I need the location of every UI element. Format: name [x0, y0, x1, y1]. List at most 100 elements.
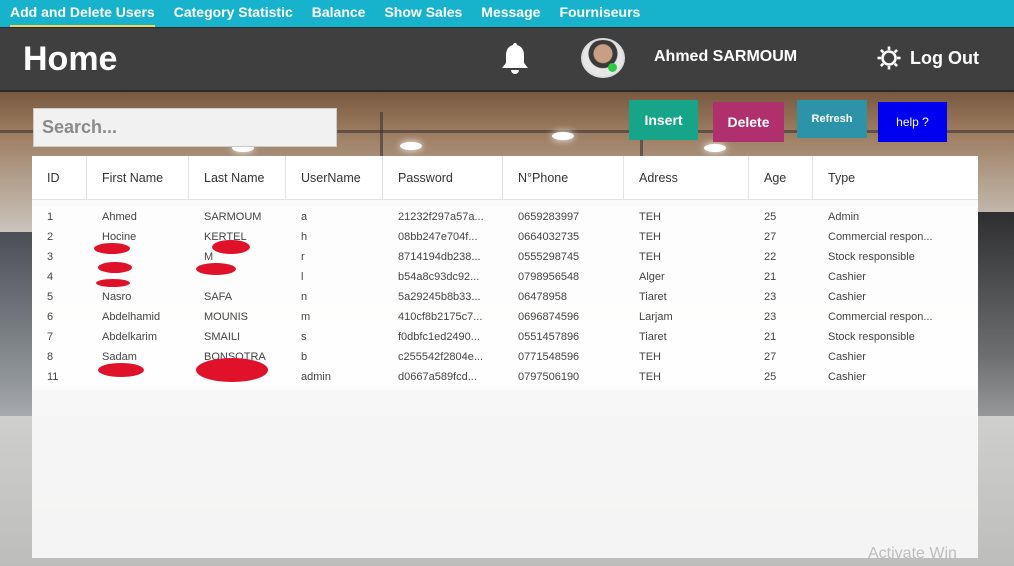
table-cell: Stock responsible	[828, 251, 915, 263]
table-cell: 5a29245b8b33...	[398, 291, 481, 303]
table-cell: Admin	[828, 211, 860, 223]
column-header[interactable]: UserName	[286, 156, 383, 200]
table-cell: 06478958	[518, 291, 567, 303]
table-cell: TEH	[639, 371, 661, 383]
table-cell: 8	[47, 351, 54, 363]
table-row[interactable]: 11 admin d0667a589fcd... 0797506190 TEH 25 Cas…	[32, 366, 978, 386]
table-row[interactable]: 4 l b54a8c93dc92... 0798956548 Alger 21 Cashie…	[32, 266, 978, 286]
nav-item-balance[interactable]: Balance	[312, 0, 366, 27]
table-row[interactable]: 5 Nasro SAFA n 5a29245b8b33... 06478958 Tiaret…	[32, 286, 978, 306]
table-cell: 0551457896	[518, 331, 580, 343]
table-cell: TEH	[639, 231, 661, 243]
nav-item-message[interactable]: Message	[481, 0, 540, 27]
table-cell: 23	[764, 311, 777, 323]
table-row[interactable]: 8 Sadam BONSOTRA b c255542f2804e... 077154859…	[32, 346, 978, 366]
table-cell: 22	[764, 251, 777, 263]
table-row[interactable]: 7 Abdelkarim SMAILI s f0dbfc1ed2490... 055145…	[32, 326, 978, 346]
header-bar: Home Ahmed SARMOUM Log Out	[0, 27, 1014, 92]
top-nav: Add and Delete Users Category Statistic Ba…	[0, 0, 1014, 27]
insert-button[interactable]: Insert	[629, 100, 698, 140]
table-cell: n	[301, 291, 308, 303]
column-header[interactable]: Adress	[624, 156, 749, 200]
column-header[interactable]: Last Name	[189, 156, 286, 200]
table-cell: 410cf8b2175c7...	[398, 311, 483, 323]
nav-item-fourniseurs[interactable]: Fourniseurs	[559, 0, 640, 27]
redaction-mark	[94, 243, 130, 254]
table-cell: l	[301, 271, 304, 283]
column-header[interactable]: Password	[383, 156, 503, 200]
table-cell: 0798956548	[518, 271, 580, 283]
redaction-mark	[96, 279, 130, 287]
search-input[interactable]	[33, 108, 337, 147]
table-cell: r	[301, 251, 305, 263]
table-cell: admin	[301, 371, 331, 383]
page-title: Home	[23, 40, 118, 78]
column-header[interactable]: Type	[813, 156, 978, 200]
column-header[interactable]: N°Phone	[503, 156, 624, 200]
table-cell: Cashier	[828, 271, 866, 283]
table-cell: 27	[764, 351, 777, 363]
table-cell: TEH	[639, 351, 661, 363]
redaction-mark	[98, 262, 132, 273]
nav-item-category-statistic[interactable]: Category Statistic	[174, 0, 293, 27]
table-cell: Alger	[639, 271, 665, 283]
table-cell: b	[301, 351, 308, 363]
redaction-mark	[196, 263, 236, 275]
table-cell: 1	[47, 211, 54, 223]
table-cell: Commercial respon...	[828, 311, 933, 323]
table-cell: 5	[47, 291, 54, 303]
table-cell: 3	[47, 251, 54, 263]
table-cell: h	[301, 231, 308, 243]
table-cell: SMAILI	[204, 331, 241, 343]
column-header[interactable]: Age	[749, 156, 813, 200]
nav-item-show-sales[interactable]: Show Sales	[384, 0, 462, 27]
table-cell: m	[301, 311, 311, 323]
table-cell: MOUNIS	[204, 311, 248, 323]
table-cell: Nasro	[102, 291, 132, 303]
table-cell: 21	[764, 271, 777, 283]
table-cell: Larjam	[639, 311, 673, 323]
table-cell: Sadam	[102, 351, 137, 363]
table-cell: 4	[47, 271, 54, 283]
refresh-button[interactable]: Refresh	[797, 100, 867, 138]
table-cell: d0667a589fcd...	[398, 371, 477, 383]
table-cell: Tiaret	[639, 331, 667, 343]
avatar[interactable]	[581, 38, 625, 78]
table-row[interactable]: 2 Hocine KERTEL h 08bb247e704f... 0664032735 T…	[32, 226, 978, 246]
table-cell: Tiaret	[639, 291, 667, 303]
user-name: Ahmed SARMOUM	[654, 48, 798, 65]
table-cell: s	[301, 331, 307, 343]
table-cell: Abdelkarim	[102, 331, 158, 343]
table-cell: 0555298745	[518, 251, 580, 263]
table-cell: 6	[47, 311, 54, 323]
online-status-dot	[608, 63, 617, 72]
table-cell: 23	[764, 291, 777, 303]
bell-icon[interactable]	[498, 40, 532, 76]
table-cell: 2	[47, 231, 54, 243]
table-cell: 0771548596	[518, 351, 580, 363]
table-cell: 0659283997	[518, 211, 580, 223]
users-table: ID First Name Last Name UserName Password N°P…	[32, 156, 978, 558]
table-row[interactable]: 6 Abdelhamid MOUNIS m 410cf8b2175c7... 069687…	[32, 306, 978, 326]
table-cell: 21	[764, 331, 777, 343]
table-cell: c255542f2804e...	[398, 351, 484, 363]
table-cell: a	[301, 211, 308, 223]
help-button[interactable]: help ?	[878, 102, 947, 142]
table-row[interactable]: 1 Ahmed SARMOUM a 21232f297a57a... 0659283997…	[32, 206, 978, 226]
table-body: 1 Ahmed SARMOUM a 21232f297a57a... 0659283997…	[32, 200, 978, 386]
table-cell: 7	[47, 331, 54, 343]
redaction-mark	[98, 363, 144, 377]
column-header[interactable]: ID	[32, 156, 87, 200]
logout-button[interactable]: Log Out	[876, 45, 979, 71]
table-row[interactable]: 3 Mr 8714194db238... 0555298745 TEH 22 Stock r…	[32, 246, 978, 266]
table-cell: Commercial respon...	[828, 231, 933, 243]
table-cell: 25	[764, 211, 777, 223]
table-header: ID First Name Last Name UserName Password N°P…	[32, 156, 978, 200]
table-cell: 0696874596	[518, 311, 580, 323]
column-header[interactable]: First Name	[87, 156, 189, 200]
table-cell: f0dbfc1ed2490...	[398, 331, 480, 343]
table-cell: Cashier	[828, 371, 866, 383]
table-cell: Cashier	[828, 351, 866, 363]
nav-item-add-and-delete-users[interactable]: Add and Delete Users	[10, 0, 155, 27]
delete-button[interactable]: Delete	[713, 102, 784, 142]
